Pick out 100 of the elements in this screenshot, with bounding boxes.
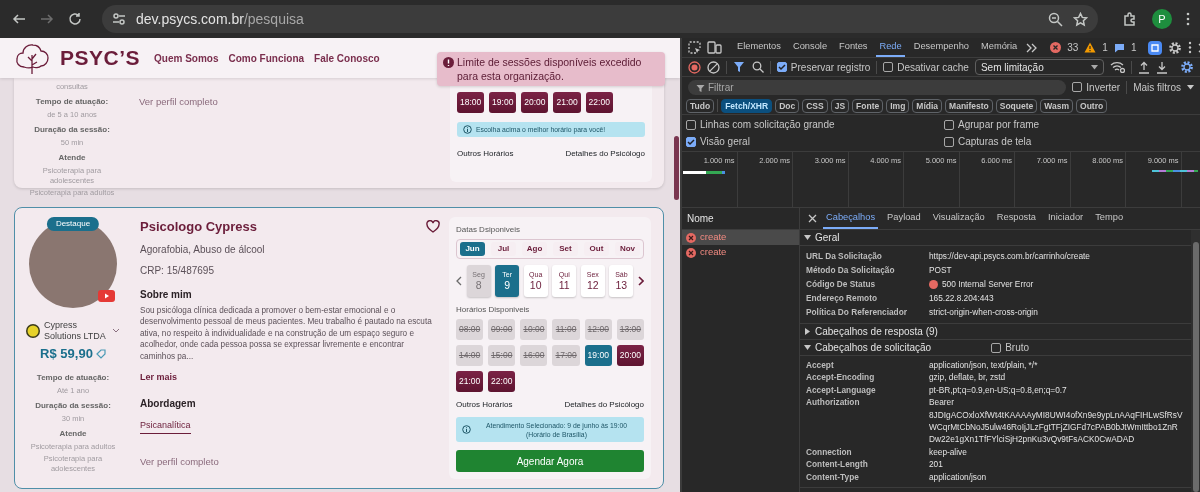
schedule-link[interactable]: Outros Horários [457,148,514,160]
time-slot[interactable]: 16:00 [520,345,548,366]
detail-tab[interactable]: Resposta [993,208,1040,229]
month-tab[interactable]: Nov [615,242,640,256]
time-slot[interactable]: 22:00 [488,371,516,392]
checkbox[interactable] [776,62,787,72]
inspect-icon[interactable] [688,41,701,54]
detail-tab[interactable]: Payload [884,208,924,229]
device-toolbar-icon[interactable] [707,41,722,54]
caret-icon[interactable] [1187,84,1194,90]
month-tab[interactable]: Set [553,242,578,256]
schedule-link[interactable]: Outros Horários [456,399,513,411]
time-slot[interactable]: 09:00 [488,319,516,340]
type-filter-chip[interactable]: Fonte [852,98,884,113]
more-filters-button[interactable]: Mais filtros [1133,79,1181,95]
clear-icon[interactable] [707,60,720,74]
devtools-tab[interactable]: Elementos [734,38,784,57]
month-tab[interactable]: Jun [460,242,485,256]
checkbox[interactable] [883,62,894,72]
chevron-right-icon[interactable] [637,276,644,286]
expand-triangle-icon[interactable] [804,328,811,335]
extensions-icon[interactable] [1122,11,1138,27]
site-settings-icon[interactable] [112,12,126,26]
type-filter-chip[interactable]: JS [830,98,850,113]
chevron-down-icon[interactable] [112,328,120,334]
forward-icon[interactable] [40,12,54,26]
section-title[interactable]: Geral [815,230,840,245]
checkbox[interactable] [686,119,696,130]
menu-icon[interactable] [1186,12,1190,26]
time-slot[interactable]: 11:00 [552,319,580,340]
message-icon[interactable] [1113,42,1125,53]
settings-icon[interactable] [1168,40,1183,55]
chevron-left-icon[interactable] [456,276,462,286]
upload-icon[interactable] [1138,60,1151,74]
type-filter-chip[interactable]: Fetch/XHR [721,98,773,113]
play-icon[interactable] [98,290,115,302]
devtools-tab[interactable]: Memória [978,38,1021,57]
month-tab[interactable]: Jul [491,242,516,256]
type-filter-chip[interactable]: Tudo [686,98,715,113]
reload-icon[interactable] [68,12,82,26]
search-icon[interactable] [751,61,764,73]
nav-link[interactable]: Como Funciona [228,50,305,66]
download-icon[interactable] [1156,60,1169,74]
back-icon[interactable] [12,12,26,26]
devtools-tab[interactable]: Desempenho [910,38,973,57]
time-slot[interactable]: 17:00 [552,345,580,366]
profile-avatar[interactable]: P [1152,9,1172,29]
warning-icon[interactable] [1084,42,1097,53]
time-slot[interactable]: 21:00 [456,371,484,392]
expand-triangle-icon[interactable] [804,344,811,351]
time-slot[interactable]: 20:00 [616,345,644,366]
address-bar[interactable]: dev.psycs.com.br/pesquisa [102,5,1098,33]
approach-tag[interactable]: Psicanalítica [140,419,191,434]
checkbox[interactable] [944,136,954,147]
filter-field[interactable]: Filtrar [688,79,1067,95]
section-title[interactable]: Cabeçalhos de resposta (9) [815,324,938,339]
message-count[interactable]: 1 [1130,40,1137,55]
scrollbar[interactable] [1191,230,1200,492]
checkbox[interactable] [686,136,696,147]
devtools-tab[interactable]: Console [789,38,831,57]
time-slot[interactable]: 19:00 [489,92,517,113]
detail-tab[interactable]: Visualização [929,208,988,229]
checkbox[interactable] [944,119,954,130]
time-slot[interactable]: 10:00 [520,319,548,340]
time-slot[interactable]: 19:00 [584,345,612,366]
checkbox[interactable] [991,342,1002,353]
time-slot[interactable]: 22:00 [585,92,613,113]
time-slot[interactable]: 18:00 [457,92,485,113]
schedule-link[interactable]: Detalhes do Psicólogo [565,148,645,160]
warning-count[interactable]: 1 [1102,40,1108,55]
detail-tab[interactable]: Tempo [1092,208,1127,229]
month-tab[interactable]: Out [584,242,609,256]
logo-icon[interactable] [14,41,50,75]
error-icon[interactable] [1050,42,1062,53]
logo-text[interactable]: PSYC’S [60,42,141,74]
more-tabs-icon[interactable] [1026,42,1039,53]
schedule-link[interactable]: Detalhes do Psicólogo [564,399,644,411]
type-filter-chip[interactable]: Wasm [1040,98,1073,113]
filter-icon[interactable] [732,61,746,73]
detail-tab[interactable]: Iniciador [1045,208,1087,229]
time-slot[interactable]: 12:00 [584,319,612,340]
nav-link[interactable]: Fale Conosco [314,50,380,66]
error-count[interactable]: 33 [1067,40,1079,55]
request-row[interactable]: create [682,230,799,245]
heart-icon[interactable] [426,220,440,234]
more-options-icon[interactable] [1188,41,1193,54]
devtools-tab[interactable]: Fontes [836,38,871,57]
type-filter-chip[interactable]: Mídia [912,98,943,113]
book-button[interactable]: Agendar Agora [456,450,644,472]
type-filter-chip[interactable]: Doc [775,98,800,113]
type-filter-chip[interactable]: Soquete [995,98,1038,113]
record-icon[interactable] [688,60,701,74]
time-slot[interactable]: 21:00 [553,92,581,113]
type-filter-chip[interactable]: CSS [802,98,828,113]
devtools-tab[interactable]: Rede [876,38,905,57]
throttling-select[interactable]: Sem limitação [974,59,1105,75]
type-filter-chip[interactable]: Outro [1076,98,1108,113]
section-title[interactable]: Cabeçalhos de solicitação [815,340,932,355]
profile-link[interactable]: Ver perfil completo [140,455,219,470]
settings-icon[interactable] [1180,60,1195,74]
